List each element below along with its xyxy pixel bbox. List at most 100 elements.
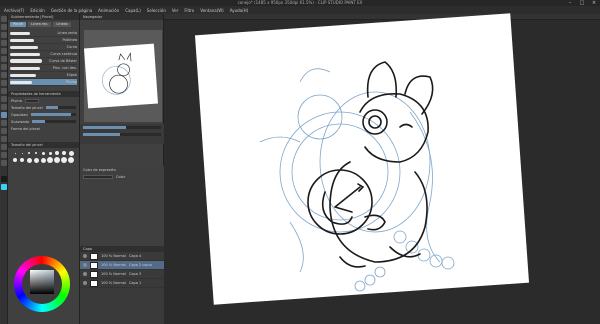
- balloon-tool-icon[interactable]: [1, 144, 7, 150]
- selection-tool-icon[interactable]: [1, 40, 7, 46]
- size-dot[interactable]: [68, 150, 74, 156]
- rotate-slider[interactable]: [83, 133, 161, 136]
- menu-animacion[interactable]: Animación: [98, 8, 119, 13]
- list-item[interactable]: Curva continua: [10, 51, 77, 58]
- airbrush-tool-icon[interactable]: [1, 80, 7, 86]
- list-item[interactable]: Pinc. con des.: [10, 65, 77, 72]
- list-item[interactable]: Curva: [10, 44, 77, 51]
- brush-tool-icon[interactable]: [1, 72, 7, 78]
- size-slider[interactable]: [45, 106, 76, 109]
- size-dot[interactable]: [40, 150, 46, 156]
- menu-edicion[interactable]: Edición: [30, 8, 44, 13]
- size-dot[interactable]: [12, 157, 18, 163]
- size-dot[interactable]: [47, 157, 53, 163]
- pen-tool-icon[interactable]: [1, 56, 7, 62]
- tool-palette: [0, 14, 8, 324]
- layer-name: Capa 4: [128, 254, 142, 258]
- pencil-tool-icon[interactable]: [1, 64, 7, 70]
- sub-color-swatch[interactable]: [1, 184, 7, 190]
- color-square[interactable]: [30, 270, 54, 294]
- prop-input[interactable]: [24, 98, 39, 103]
- rotate-row: [80, 131, 164, 138]
- properties-title: Propiedades de herramienta: [11, 92, 61, 96]
- menu-gestion-pagina[interactable]: Gestión de la página: [51, 8, 92, 13]
- size-dot[interactable]: [54, 150, 60, 156]
- size-dot[interactable]: [61, 157, 67, 163]
- sketch-layer: [259, 68, 455, 292]
- zoom-tool-icon[interactable]: [1, 16, 7, 22]
- layer-row[interactable]: 100 % Normal Capa 3: [80, 270, 164, 279]
- size-dot[interactable]: [54, 157, 60, 163]
- layer-blend: 100 % Normal: [101, 272, 126, 276]
- eye-icon[interactable]: [83, 254, 87, 258]
- frame-tool-icon[interactable]: [1, 120, 7, 126]
- navigator-title: Navegador: [83, 15, 103, 19]
- main-color-swatch[interactable]: [1, 176, 7, 182]
- opacity-slider[interactable]: [30, 113, 76, 116]
- eye-icon[interactable]: [83, 272, 87, 276]
- eyedropper-tool-icon[interactable]: [1, 48, 7, 54]
- size-dot[interactable]: [68, 157, 74, 163]
- list-item[interactable]: Curva de Bézier: [10, 58, 77, 65]
- tab-lineas[interactable]: Líneas: [53, 22, 71, 27]
- menu-ver[interactable]: Ver: [172, 8, 179, 13]
- zoom-slider[interactable]: [83, 126, 161, 129]
- tab-linea-rec[interactable]: Línea rec.: [28, 22, 52, 27]
- ruler-tool-icon[interactable]: [1, 128, 7, 134]
- brush-size-grid: [8, 148, 79, 165]
- text-tool-icon[interactable]: [1, 136, 7, 142]
- eraser-tool-icon[interactable]: [1, 88, 7, 94]
- fill-tool-icon[interactable]: [1, 96, 7, 102]
- menu-capa[interactable]: Capa(L): [125, 8, 141, 13]
- prop-row[interactable]: Suavizado: [8, 118, 79, 125]
- brush-label: Curva continua: [50, 52, 77, 56]
- eye-icon[interactable]: [83, 281, 87, 285]
- size-dot[interactable]: [33, 157, 39, 163]
- brush-label: Línea recta: [57, 31, 77, 35]
- size-dot[interactable]: [26, 150, 32, 156]
- list-item[interactable]: Polilínea: [10, 37, 77, 44]
- menu-archivo[interactable]: Archivo(F): [4, 8, 24, 13]
- navigator-controls: [80, 124, 164, 144]
- size-dot[interactable]: [12, 150, 18, 156]
- operation-tool-icon[interactable]: [1, 32, 7, 38]
- layer-row[interactable]: 100 % Normal Capa 2 copia: [80, 261, 164, 270]
- size-dot[interactable]: [26, 157, 32, 163]
- gradient-tool-icon[interactable]: [1, 104, 7, 110]
- smoothing-slider[interactable]: [31, 120, 76, 123]
- color-label: Color de expresión: [83, 167, 116, 172]
- correct-line-tool-icon[interactable]: [1, 152, 7, 158]
- prop-label: Pluma: [11, 98, 22, 103]
- menu-ayuda[interactable]: Ayuda(H): [230, 8, 249, 13]
- list-item[interactable]: Elipse: [10, 72, 77, 79]
- sketch-artwork: [259, 61, 455, 292]
- prop-row[interactable]: Tamaño del pincel: [8, 104, 79, 111]
- blend-tool-icon[interactable]: [1, 160, 7, 166]
- move-tool-icon[interactable]: [1, 24, 7, 30]
- color-value: Color: [116, 174, 126, 179]
- layer-blend: 100 % Normal: [101, 281, 126, 285]
- list-item[interactable]: Pluma: [10, 79, 77, 86]
- prop-row[interactable]: Pluma: [8, 97, 79, 104]
- size-dot[interactable]: [19, 157, 25, 163]
- menu-ventana[interactable]: Ventana(W): [200, 8, 224, 13]
- menu-filtro[interactable]: Filtro: [184, 8, 194, 13]
- size-dot[interactable]: [47, 150, 53, 156]
- ink-layer: [307, 61, 434, 268]
- layer-row[interactable]: 100 % Normal Capa 4: [80, 252, 164, 261]
- size-dot[interactable]: [19, 150, 25, 156]
- navigator-header: Navegador: [80, 14, 163, 20]
- size-dot[interactable]: [40, 157, 46, 163]
- eye-icon[interactable]: [83, 263, 87, 267]
- figure-tool-icon[interactable]: [1, 112, 7, 118]
- size-dot[interactable]: [61, 150, 67, 156]
- color-dropdown[interactable]: [83, 174, 113, 179]
- list-item[interactable]: Línea recta: [10, 30, 77, 37]
- prop-row[interactable]: Opacidad: [8, 111, 79, 118]
- prop-label: Tamaño del pincel: [11, 105, 43, 110]
- prop-row[interactable]: Forma del pincel: [8, 125, 79, 132]
- size-dot[interactable]: [33, 150, 39, 156]
- layer-row[interactable]: 100 % Normal Capa 1: [80, 279, 164, 288]
- tab-pincel[interactable]: Pincel: [10, 22, 27, 27]
- menu-seleccion[interactable]: Selección: [147, 8, 166, 13]
